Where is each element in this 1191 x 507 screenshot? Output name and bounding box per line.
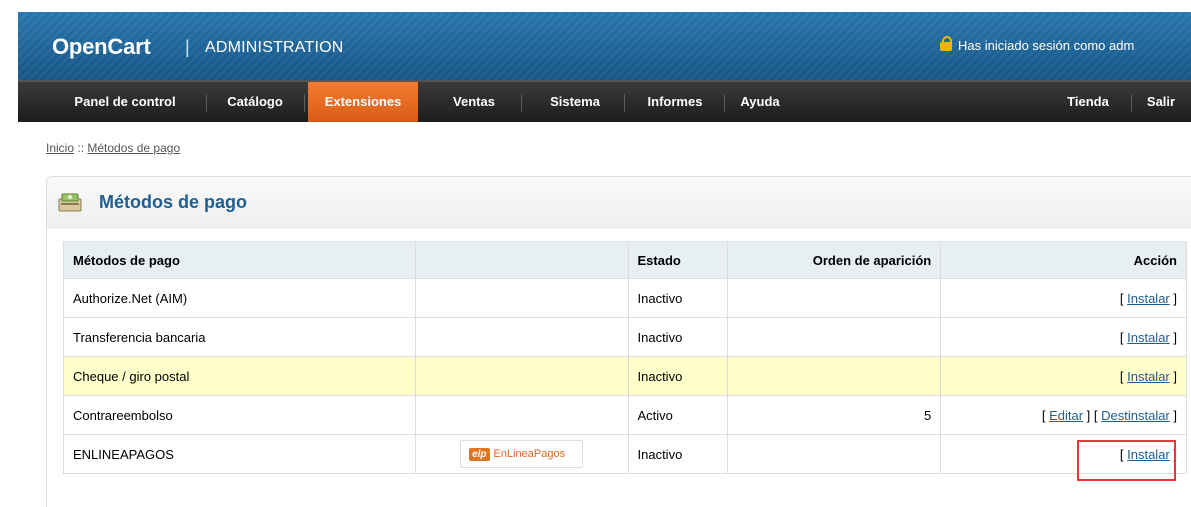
method-actions: [ Editar ] [ Destinstalar ] [940, 395, 1187, 435]
opencart-logo[interactable]: OpenCart [52, 34, 151, 60]
install-link[interactable]: Instalar [1127, 369, 1170, 384]
method-name: ENLINEAPAGOS [63, 434, 416, 474]
panel-header: Métodos de pago [47, 177, 1191, 229]
elp-logo-text: EnLineaPagos [493, 448, 566, 460]
method-actions: [ Instalar ] [940, 278, 1187, 318]
method-order: 5 [727, 395, 942, 435]
breadcrumb-separator: :: [77, 141, 85, 155]
method-order [727, 356, 942, 396]
main-menu: Panel de control Catálogo Extensiones Ve… [18, 80, 1191, 122]
elp-badge: elp [469, 447, 490, 461]
menu-divider [624, 94, 625, 112]
method-actions: [ Instalar ] [940, 356, 1187, 396]
install-link[interactable]: Instalar [1127, 291, 1170, 306]
method-status: Inactivo [627, 356, 729, 396]
payment-methods-panel: Métodos de pago Métodos de pago Estado O… [46, 176, 1191, 507]
method-logo-cell [414, 278, 629, 318]
menu-panel-de-control[interactable]: Panel de control [58, 82, 192, 122]
logo-separator: | [185, 37, 190, 57]
menu-catalogo[interactable]: Catálogo [212, 82, 298, 122]
menu-tienda[interactable]: Tienda [1058, 82, 1118, 122]
method-order [727, 278, 942, 318]
admin-subtitle: ADMINISTRATION [205, 39, 344, 56]
col-logo [414, 241, 629, 279]
breadcrumb-home[interactable]: Inicio [46, 141, 74, 155]
lock-icon [940, 36, 952, 51]
method-logo-cell [414, 395, 629, 435]
method-status: Activo [627, 395, 729, 435]
menu-salir[interactable]: Salir [1136, 82, 1186, 122]
menu-extensiones[interactable]: Extensiones [308, 82, 418, 122]
col-status[interactable]: Estado [627, 241, 729, 279]
col-action: Acción [940, 241, 1187, 279]
method-status: Inactivo [627, 317, 729, 357]
enlineapagos-logo: elp EnLineaPagos [460, 440, 584, 468]
payment-methods-table: Métodos de pago Estado Orden de aparició… [63, 241, 1187, 474]
method-logo-cell: elp EnLineaPagos [414, 434, 629, 474]
menu-divider [1131, 94, 1132, 112]
method-logo-cell [414, 317, 629, 357]
table-row: Authorize.Net (AIM) Inactivo [ Instalar … [63, 278, 1187, 318]
method-actions: [ Instalar ] [940, 317, 1187, 357]
method-order [727, 317, 942, 357]
install-link[interactable]: Instalar [1127, 330, 1170, 345]
menu-sistema[interactable]: Sistema [532, 82, 618, 122]
payment-icon [58, 193, 82, 212]
col-sort-order[interactable]: Orden de aparición [727, 241, 942, 279]
breadcrumb-current[interactable]: Métodos de pago [87, 141, 180, 155]
method-order [727, 434, 942, 474]
menu-divider [724, 94, 725, 112]
method-name: Cheque / giro postal [63, 356, 416, 396]
highlight-annotation [1077, 440, 1176, 481]
method-status: Inactivo [627, 278, 729, 318]
breadcrumb: Inicio :: Métodos de pago [46, 141, 180, 155]
table-row: Transferencia bancaria Inactivo [ Instal… [63, 317, 1187, 357]
login-text: Has iniciado sesión como adm [958, 38, 1135, 53]
table-row: Contrareembolso Activo 5 [ Editar ] [ De… [63, 395, 1187, 435]
method-name: Contrareembolso [63, 395, 416, 435]
table-row: ENLINEAPAGOS elp EnLineaPagos Inactivo [ … [63, 434, 1187, 474]
table-row-highlighted: Cheque / giro postal Inactivo [ Instalar… [63, 356, 1187, 396]
login-status: Has iniciado sesión como adm [940, 36, 1135, 53]
menu-ayuda[interactable]: Ayuda [732, 82, 788, 122]
method-logo-cell [414, 356, 629, 396]
method-status: Inactivo [627, 434, 729, 474]
edit-link[interactable]: Editar [1049, 408, 1083, 423]
header-bar: OpenCart | ADMINISTRATION Has iniciado s… [18, 12, 1191, 80]
menu-ventas[interactable]: Ventas [440, 82, 508, 122]
menu-informes[interactable]: Informes [632, 82, 718, 122]
uninstall-link[interactable]: Destinstalar [1101, 408, 1170, 423]
panel-title: Métodos de pago [99, 192, 247, 212]
col-payment-method[interactable]: Métodos de pago [63, 241, 416, 279]
menu-divider [206, 94, 207, 112]
table-header-row: Métodos de pago Estado Orden de aparició… [63, 241, 1187, 279]
method-name: Authorize.Net (AIM) [63, 278, 416, 318]
method-name: Transferencia bancaria [63, 317, 416, 357]
menu-divider [304, 94, 305, 112]
menu-divider [521, 94, 522, 112]
